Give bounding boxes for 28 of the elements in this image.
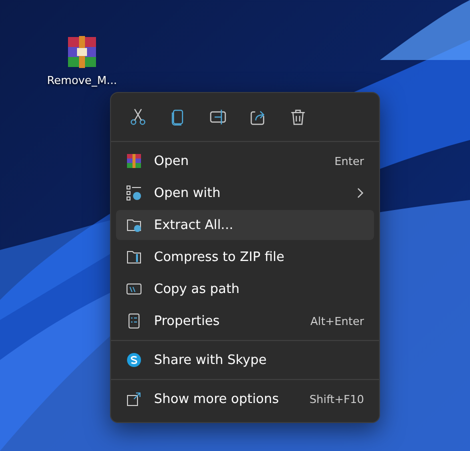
- path-icon: [126, 281, 142, 297]
- file-name[interactable]: Remove_M...: [46, 74, 118, 87]
- menu-item[interactable]: Extract All...: [116, 210, 374, 240]
- properties-icon: [126, 313, 142, 329]
- folder-extract-icon: [126, 217, 142, 233]
- menu-item-label: Copy as path: [154, 282, 241, 296]
- menu-item[interactable]: Open Enter: [116, 146, 374, 176]
- menu-item-label: Open with: [154, 186, 222, 200]
- app-list-icon: [126, 185, 142, 201]
- shortcut-label: Shift+F10: [309, 392, 364, 406]
- menu-item[interactable]: Show more options Shift+F10: [116, 384, 374, 414]
- shortcut-label: Alt+Enter: [310, 314, 364, 328]
- menu-item-label: Share with Skype: [154, 352, 268, 368]
- menu-item[interactable]: Compress to ZIP file: [116, 242, 374, 272]
- menu-item[interactable]: Properties Alt+Enter: [116, 306, 374, 336]
- menu-item-label: Compress to ZIP file: [154, 250, 286, 264]
- skype-icon: [126, 352, 142, 368]
- menu-item-label: Properties: [154, 314, 221, 328]
- menu-item-label: Open: [154, 154, 190, 168]
- expand-icon: [126, 391, 142, 407]
- archive-icon: [126, 153, 142, 169]
- menu-item-label: Extract All...: [154, 218, 234, 232]
- menu-item[interactable]: Open with: [116, 178, 374, 208]
- menu-item-label: Show more options: [154, 392, 280, 406]
- menu-item[interactable]: Share with Skype: [116, 345, 374, 375]
- shortcut-label: Enter: [334, 154, 364, 168]
- menu-item[interactable]: Copy as path: [116, 274, 374, 304]
- zip-folder-icon: [126, 249, 142, 265]
